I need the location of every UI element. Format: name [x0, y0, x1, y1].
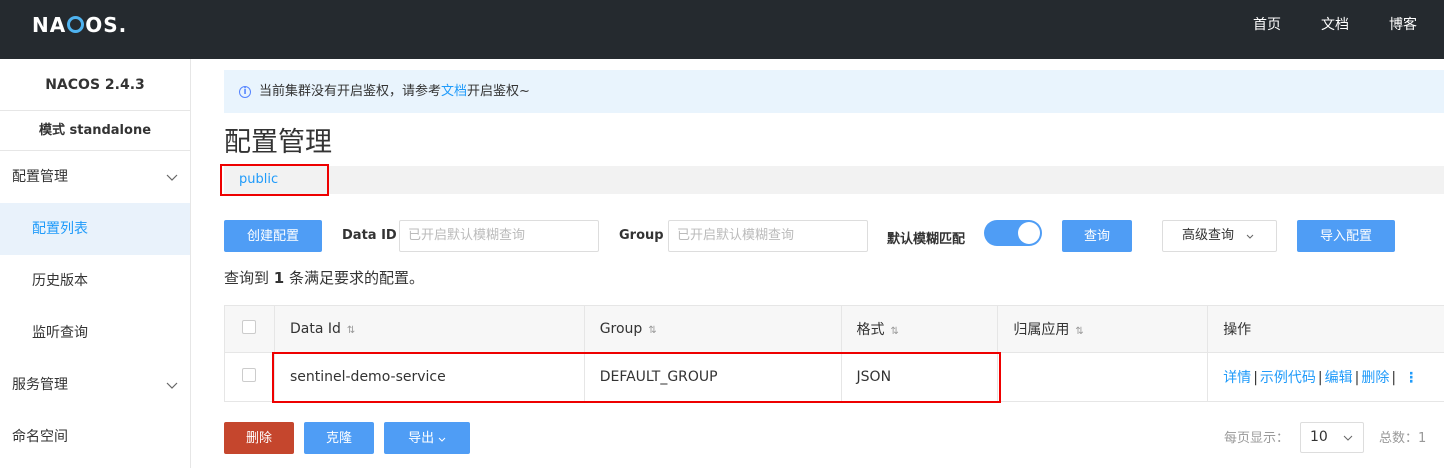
sort-icon[interactable]: ⇅: [1075, 326, 1083, 337]
edit-link[interactable]: 编辑: [1325, 370, 1353, 386]
chevron-down-icon: [166, 359, 178, 411]
export-label: 导出: [408, 430, 435, 445]
sidebar-item-history[interactable]: 历史版本: [0, 255, 190, 307]
column-header-ops: 操作: [1207, 305, 1444, 353]
cell-ops: 详情 | 示例代码 | 编辑 | 删除 | ⋮: [1207, 352, 1444, 402]
sidebar-item-label: 配置列表: [32, 221, 88, 237]
clone-button[interactable]: 克隆: [304, 422, 374, 454]
nacos-logo[interactable]: NA OS.: [32, 13, 127, 37]
group-label: Group: [619, 228, 664, 243]
top-navbar: NA OS. 首页 文档 博客: [0, 0, 1444, 59]
sidebar: NACOS 2.4.3 模式 standalone 配置管理 配置列表 历史版本…: [0, 59, 191, 468]
header-label: 归属应用: [1013, 322, 1070, 338]
separator: |: [1391, 370, 1397, 386]
row-select-cell: [224, 352, 275, 402]
toggle-knob: [1018, 222, 1040, 244]
sidebar-item-label: 历史版本: [32, 273, 88, 289]
notice-text-prefix: 当前集群没有开启鉴权，请参考: [259, 84, 442, 99]
header-label: Data Id: [289, 321, 341, 337]
mode-label: 模式 standalone: [0, 111, 190, 151]
highlight-box-namespace: [220, 164, 329, 196]
separator: |: [1317, 370, 1323, 386]
delete-link[interactable]: 删除: [1361, 370, 1389, 386]
result-prefix: 查询到: [224, 269, 270, 287]
sidebar-item-label: 服务管理: [12, 377, 68, 393]
select-all-cell: [224, 305, 275, 353]
cell-app: [997, 352, 1209, 402]
sidebar-item-label: 监听查询: [32, 325, 88, 341]
page-size-value: 10: [1310, 429, 1328, 445]
total-count: 总数：1: [1379, 431, 1427, 446]
column-header-format[interactable]: 格式 ⇅: [840, 305, 999, 353]
column-header-group[interactable]: Group ⇅: [583, 305, 842, 353]
result-suffix: 条满足要求的配置。: [289, 269, 425, 287]
version-label: NACOS 2.4.3: [0, 59, 190, 111]
result-count: 1: [273, 269, 285, 287]
select-all-checkbox[interactable]: [242, 320, 256, 334]
chevron-down-icon: [1246, 228, 1254, 243]
advanced-query-label: 高级查询: [1182, 228, 1235, 243]
row-checkbox[interactable]: [242, 368, 256, 382]
page-size-select[interactable]: 10: [1300, 422, 1364, 453]
notice-text-suffix: 开启鉴权~: [467, 84, 530, 99]
sidebar-item-label: 配置管理: [12, 169, 68, 185]
dataid-label: Data ID: [342, 228, 397, 243]
fuzzy-match-label: 默认模糊匹配: [887, 232, 966, 247]
batch-delete-button[interactable]: 删除: [224, 422, 294, 454]
header-label: Group: [599, 321, 643, 337]
import-config-button[interactable]: 导入配置: [1297, 220, 1395, 252]
sidebar-item-config-list[interactable]: 配置列表: [0, 203, 190, 255]
sample-code-link[interactable]: 示例代码: [1260, 370, 1316, 386]
detail-link[interactable]: 详情: [1223, 370, 1251, 386]
fuzzy-match-toggle[interactable]: [984, 220, 1042, 246]
query-button[interactable]: 查询: [1062, 220, 1132, 252]
create-config-button[interactable]: 创建配置: [224, 220, 322, 252]
sort-icon[interactable]: ⇅: [891, 326, 899, 337]
sort-icon[interactable]: ⇅: [347, 325, 355, 336]
nav-home[interactable]: 首页: [1253, 14, 1281, 34]
separator: |: [1253, 370, 1258, 386]
page-title: 配置管理: [224, 127, 332, 158]
sidebar-item-service-management[interactable]: 服务管理: [0, 359, 190, 411]
sidebar-item-config-management[interactable]: 配置管理: [0, 151, 190, 203]
column-header-app[interactable]: 归属应用 ⇅: [997, 305, 1209, 353]
more-options-icon[interactable]: ⋮: [1404, 370, 1418, 386]
group-input[interactable]: 已开启默认模糊查询: [668, 220, 868, 252]
sidebar-item-label: 命名空间: [12, 429, 68, 445]
chevron-down-icon: [438, 430, 446, 445]
sidebar-item-listener-query[interactable]: 监听查询: [0, 307, 190, 359]
sidebar-item-namespace[interactable]: 命名空间: [0, 411, 190, 463]
chevron-down-icon: [166, 151, 178, 203]
header-label: 操作: [1223, 322, 1252, 338]
export-button[interactable]: 导出: [384, 422, 470, 454]
namespace-bar: public: [224, 166, 1444, 194]
advanced-query-dropdown[interactable]: 高级查询: [1162, 220, 1277, 252]
table-header-row: Data Id ⇅ Group ⇅ 格式 ⇅ 归属应用 ⇅ 操作: [224, 305, 1444, 353]
chevron-down-icon: [1343, 423, 1353, 452]
logo-circle-icon: [67, 16, 85, 33]
sort-icon[interactable]: ⇅: [648, 325, 656, 336]
separator: |: [1354, 370, 1360, 386]
notice-docs-link[interactable]: 文档: [441, 84, 467, 99]
nav-docs[interactable]: 文档: [1321, 14, 1349, 34]
page-size-label: 每页显示：: [1224, 431, 1290, 446]
highlight-box-row: [272, 352, 1001, 403]
dataid-input[interactable]: 已开启默认模糊查询: [399, 220, 599, 252]
column-header-dataid[interactable]: Data Id ⇅: [273, 305, 585, 353]
nav-blog[interactable]: 博客: [1389, 14, 1417, 34]
info-icon: i: [239, 85, 251, 98]
auth-notice: i 当前集群没有开启鉴权，请参考文档开启鉴权~: [224, 70, 1444, 113]
header-label: 格式: [856, 322, 885, 338]
result-summary: 查询到 1 条满足要求的配置。: [224, 267, 424, 288]
